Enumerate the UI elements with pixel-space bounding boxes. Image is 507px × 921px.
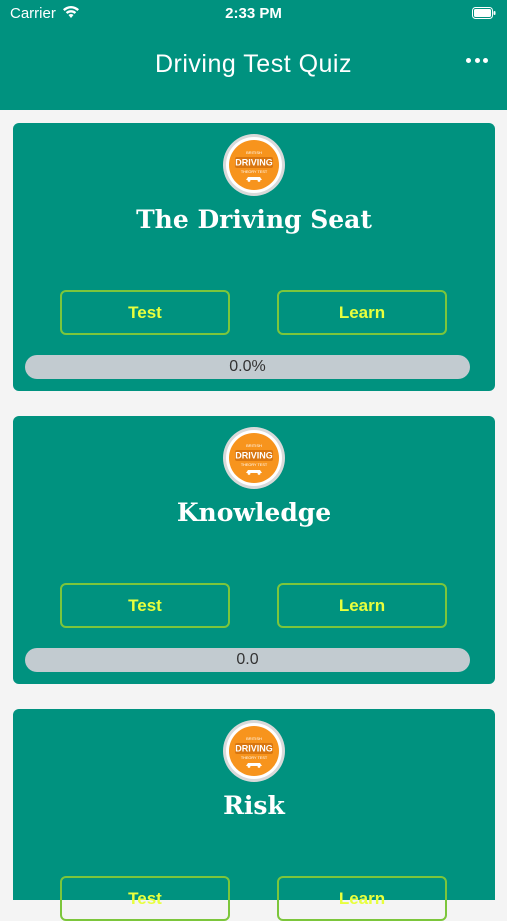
card-title: Knowledge xyxy=(176,498,332,527)
svg-text:BRITISH: BRITISH xyxy=(246,736,262,741)
status-bar: Carrier 2:33 PM xyxy=(0,0,507,28)
app-header: Carrier 2:33 PM Driving Test Quiz xyxy=(0,0,507,110)
progress-bar: 0.0 xyxy=(25,648,470,672)
learn-button[interactable]: Learn xyxy=(277,290,447,335)
svg-text:THEORY TEST: THEORY TEST xyxy=(241,756,268,760)
category-card: BRITISH DRIVING THEORY TEST The Driving … xyxy=(13,123,495,391)
battery-icon xyxy=(472,7,496,19)
progress-label: 0.0 xyxy=(236,651,259,668)
svg-text:BRITISH: BRITISH xyxy=(246,150,262,155)
test-button[interactable]: Test xyxy=(60,290,230,335)
page-title: Driving Test Quiz xyxy=(155,50,352,78)
svg-text:DRIVING: DRIVING xyxy=(235,451,273,461)
svg-text:DRIVING: DRIVING xyxy=(235,744,273,754)
driving-theory-logo-icon: BRITISH DRIVING THEORY TEST xyxy=(223,134,285,196)
learn-button[interactable]: Learn xyxy=(277,583,447,628)
category-card: BRITISH DRIVING THEORY TEST Risk Test Le… xyxy=(13,709,495,921)
category-card: BRITISH DRIVING THEORY TEST Knowledge Te… xyxy=(13,416,495,684)
more-options-icon[interactable] xyxy=(466,56,488,64)
progress-bar: 0.0% xyxy=(25,355,470,379)
svg-text:THEORY TEST: THEORY TEST xyxy=(241,170,268,174)
driving-theory-logo-icon: BRITISH DRIVING THEORY TEST xyxy=(223,720,285,782)
test-button[interactable]: Test xyxy=(60,876,230,921)
card-title: The Driving Seat xyxy=(136,205,372,234)
test-button[interactable]: Test xyxy=(60,583,230,628)
driving-theory-logo-icon: BRITISH DRIVING THEORY TEST xyxy=(223,427,285,489)
svg-text:BRITISH: BRITISH xyxy=(246,443,262,448)
svg-text:THEORY TEST: THEORY TEST xyxy=(241,463,268,467)
svg-text:DRIVING: DRIVING xyxy=(235,158,273,168)
learn-button[interactable]: Learn xyxy=(277,876,447,921)
status-time: 2:33 PM xyxy=(225,5,282,22)
card-title: Risk xyxy=(223,791,285,820)
progress-label: 0.0% xyxy=(229,358,266,375)
